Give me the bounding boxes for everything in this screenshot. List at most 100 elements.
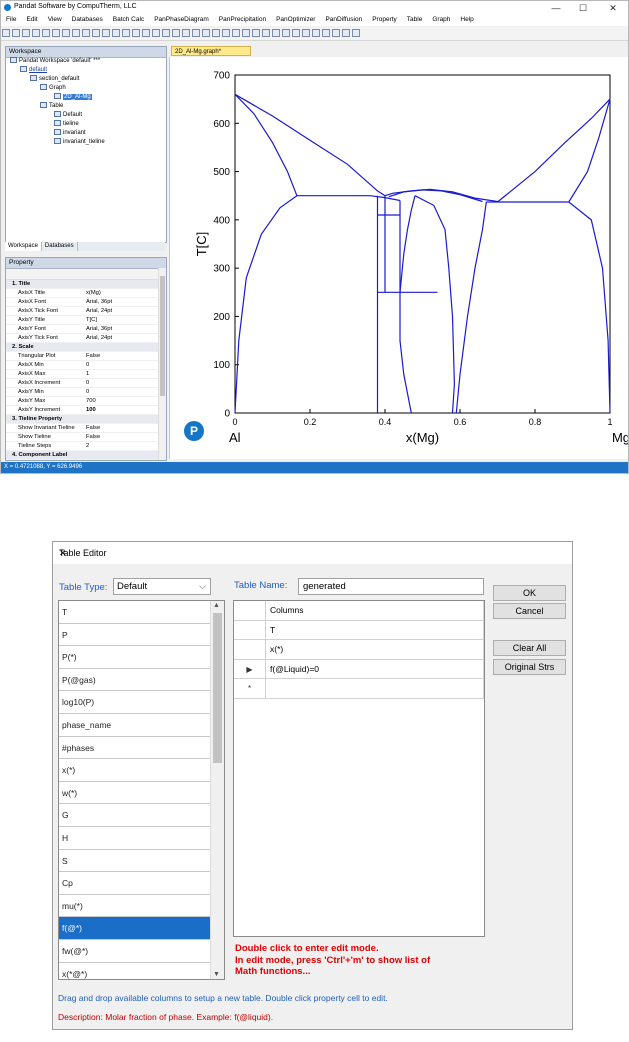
legend-icon[interactable] [252, 29, 260, 37]
save-icon[interactable] [32, 29, 40, 37]
property-row[interactable]: AxisX Min 0 [6, 361, 166, 370]
undo-icon[interactable] [102, 29, 110, 37]
list-scrollbar[interactable]: ▲ ▼ [210, 601, 224, 979]
graph-view[interactable]: 0 100 200 300 400 500 600 700 0 0.2 0.4 0.6 0.8 1 x(Mg… [169, 57, 629, 459]
property-row[interactable]: Triangular Plot False [6, 352, 166, 361]
menu-property[interactable]: Property [367, 15, 402, 23]
tree-item-default[interactable]: default [6, 66, 105, 75]
property-value[interactable]: Arial, 24pt [86, 334, 112, 342]
tree-item-tieline[interactable]: tieline [6, 120, 105, 129]
column-option[interactable]: G [59, 804, 211, 827]
clear-all-button[interactable]: Clear All [493, 640, 566, 656]
row-header[interactable] [234, 640, 266, 659]
pencil-icon[interactable] [352, 29, 360, 37]
column-cell[interactable]: T [270, 621, 275, 640]
property-scrollbar[interactable] [158, 268, 166, 460]
scroll-down-icon[interactable]: ▼ [213, 971, 220, 978]
column-option[interactable]: mu(*) [59, 895, 211, 918]
column-option[interactable]: phase_name [59, 714, 211, 737]
column-cell[interactable]: f(@Liquid)=0 [270, 660, 319, 679]
menu-batch-calc[interactable]: Batch Calc [108, 15, 149, 23]
pointer-icon[interactable] [312, 29, 320, 37]
column-option[interactable]: #phases [59, 737, 211, 760]
property-value[interactable]: False [86, 352, 100, 360]
tree-item-invariant-tieline[interactable]: invariant_tieline [6, 138, 105, 147]
export-icon[interactable] [262, 29, 270, 37]
scrollbar-thumb[interactable] [213, 613, 222, 763]
paste-icon[interactable] [92, 29, 100, 37]
property-row[interactable]: AxisY Increment 100 [6, 406, 166, 415]
column-cell[interactable]: x(*) [270, 640, 283, 659]
property-value[interactable]: False [86, 424, 100, 432]
property-row[interactable]: AxisY Font Arial, 36pt [6, 325, 166, 334]
menu-panphasediagram[interactable]: PanPhaseDiagram [149, 15, 214, 23]
row-header[interactable]: ▶ [234, 659, 266, 679]
column-option[interactable]: P(@gas) [59, 669, 211, 692]
property-value[interactable]: Arial, 36pt [86, 298, 112, 306]
tree-item-table-default[interactable]: Default [6, 111, 105, 120]
property-value[interactable]: 700 [86, 397, 96, 405]
print-icon[interactable] [52, 29, 60, 37]
column-option[interactable]: fw(@*) [59, 940, 211, 963]
table-icon[interactable] [212, 29, 220, 37]
property-row[interactable]: AxisX Font Arial, 36pt [6, 298, 166, 307]
column-option[interactable]: f(@*) [59, 917, 211, 940]
property-row[interactable]: AxisY Max 700 [6, 397, 166, 406]
property-row[interactable]: AxisX Increment 0 [6, 379, 166, 388]
refresh-icon[interactable] [292, 29, 300, 37]
property-row[interactable]: Tieline Steps 2 [6, 442, 166, 451]
zoom-icon[interactable] [322, 29, 330, 37]
original-strs-button[interactable]: Original Strs [493, 659, 566, 675]
cancel-button[interactable]: Cancel [493, 603, 566, 619]
ok-button[interactable]: OK [493, 585, 566, 601]
menu-graph[interactable]: Graph [427, 15, 455, 23]
save-all-icon[interactable] [42, 29, 50, 37]
property-value[interactable]: 100 [86, 406, 96, 414]
menu-view[interactable]: View [43, 15, 67, 23]
phase-diagram-chart[interactable]: 0 100 200 300 400 500 600 700 0 0.2 0.4 0.6 0.8 1 x(Mg… [170, 57, 629, 459]
area-icon[interactable] [182, 29, 190, 37]
tree-item-workspace[interactable]: Pandat Workspace 'default' *** [6, 57, 105, 66]
property-value[interactable]: Arial, 36pt [86, 325, 112, 333]
open-folder-icon[interactable] [22, 29, 30, 37]
menu-databases[interactable]: Databases [67, 15, 108, 23]
label-icon[interactable] [192, 29, 200, 37]
property-value[interactable]: Arial, 24pt [86, 307, 112, 315]
cut-icon[interactable] [72, 29, 80, 37]
table-type-select[interactable]: Default ⌵ [113, 578, 211, 595]
column-option[interactable]: P(*) [59, 646, 211, 669]
columns-grid[interactable]: Columns Tx(*) ▶ f(@Liquid)=0 * [233, 600, 485, 937]
menu-panprecipitation[interactable]: PanPrecipitation [214, 15, 271, 23]
property-value[interactable]: 0 [86, 361, 89, 369]
grid-new-row[interactable]: * [234, 679, 484, 699]
column-option[interactable]: Cp [59, 872, 211, 895]
pan-icon[interactable] [332, 29, 340, 37]
column-option[interactable]: x(*) [59, 759, 211, 782]
column-option[interactable]: S [59, 850, 211, 873]
section-icon[interactable] [172, 29, 180, 37]
property-value[interactable]: 0 [86, 379, 89, 387]
menu-panoptimizer[interactable]: PanOptimizer [271, 15, 320, 23]
property-row[interactable]: Show Tieline False [6, 433, 166, 442]
grid-row[interactable]: T [234, 620, 484, 640]
property-value[interactable]: 2 [86, 442, 89, 450]
text-icon[interactable] [342, 29, 350, 37]
column-option[interactable]: H [59, 827, 211, 850]
property-value[interactable]: 0 [86, 388, 89, 396]
tab-workspace[interactable]: Workspace [5, 242, 42, 251]
print-preview-icon[interactable] [62, 29, 70, 37]
tree-item-invariant[interactable]: invariant [6, 129, 105, 138]
menu-help[interactable]: Help [455, 15, 478, 23]
redo-icon[interactable] [112, 29, 120, 37]
calc-icon[interactable] [122, 29, 130, 37]
property-row[interactable]: AxisX Title x(Mg) [6, 289, 166, 298]
grid-row[interactable]: x(*) [234, 640, 484, 660]
grid-icon[interactable] [222, 29, 230, 37]
property-value[interactable]: T[C] [86, 316, 97, 324]
line-icon[interactable] [162, 29, 170, 37]
tab-databases[interactable]: Databases [42, 242, 78, 251]
maximize-button[interactable]: ☐ [573, 2, 593, 14]
column-option[interactable]: P [59, 624, 211, 647]
available-columns-list[interactable]: T P P(*) P(@gas) log10(P) phase_name #phases x(… [58, 600, 225, 980]
row-header[interactable] [234, 620, 266, 640]
